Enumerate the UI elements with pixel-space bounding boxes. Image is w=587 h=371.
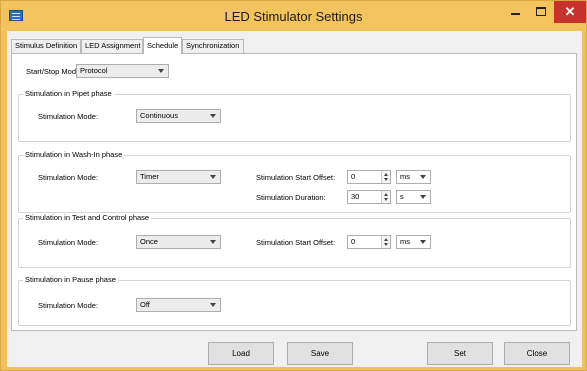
- test-control-phase-group: Stimulation in Test and Control phase St…: [18, 213, 571, 268]
- pipet-phase-title: Stimulation in Pipet phase: [23, 89, 114, 98]
- chevron-down-icon: [158, 69, 164, 73]
- client-area: Stimulus Definition LED Assignment Sched…: [7, 31, 582, 367]
- test-mode-label: Stimulation Mode:: [38, 238, 99, 247]
- start-stop-mode-select[interactable]: Protocol: [76, 64, 169, 78]
- schedule-panel: Start/Stop Mode: Protocol Stimulation in…: [11, 53, 577, 331]
- arrow-down-icon: [384, 243, 388, 246]
- pipet-mode-select[interactable]: Continuous: [136, 109, 221, 123]
- pipet-mode-label: Stimulation Mode:: [38, 112, 99, 121]
- minimize-icon: [511, 13, 520, 15]
- washin-offset-label: Stimulation Start Offset:: [256, 173, 336, 182]
- pipet-phase-group: Stimulation in Pipet phase Stimulation M…: [18, 89, 571, 142]
- test-control-phase-title: Stimulation in Test and Control phase: [23, 213, 152, 222]
- chevron-down-icon: [210, 114, 216, 118]
- arrow-down-icon: [384, 198, 388, 201]
- tab-led-assignment[interactable]: LED Assignment: [81, 39, 143, 53]
- test-offset-label: Stimulation Start Offset:: [256, 238, 336, 247]
- arrow-up-icon: [384, 193, 388, 196]
- close-button[interactable]: Close: [504, 342, 570, 365]
- maximize-icon: [536, 7, 546, 16]
- spin-buttons[interactable]: [381, 191, 390, 203]
- washin-mode-select[interactable]: Timer: [136, 170, 221, 184]
- chevron-down-icon: [210, 175, 216, 179]
- chevron-down-icon: [210, 240, 216, 244]
- washin-duration-label: Stimulation Duration:: [256, 193, 326, 202]
- pause-phase-title: Stimulation in Pause phase: [23, 275, 118, 284]
- arrow-up-icon: [384, 238, 388, 241]
- chevron-down-icon: [420, 240, 426, 244]
- start-stop-mode-value: Protocol: [80, 66, 108, 75]
- save-button[interactable]: Save: [287, 342, 353, 365]
- tab-synchronization[interactable]: Synchronization: [182, 39, 244, 53]
- washin-duration-input[interactable]: 30: [347, 190, 391, 204]
- washin-mode-value: Timer: [140, 172, 159, 181]
- washin-duration-value: 30: [351, 192, 360, 201]
- tab-schedule[interactable]: Schedule: [143, 37, 182, 54]
- washin-offset-unit-select[interactable]: ms: [396, 170, 431, 184]
- test-offset-unit: ms: [400, 237, 410, 246]
- pause-mode-label: Stimulation Mode:: [38, 301, 99, 310]
- title-bar[interactable]: LED Stimulator Settings ✕: [1, 1, 586, 31]
- arrow-down-icon: [384, 178, 388, 181]
- washin-phase-group: Stimulation in Wash-In phase Stimulation…: [18, 150, 571, 213]
- spin-buttons[interactable]: [381, 236, 390, 248]
- washin-mode-label: Stimulation Mode:: [38, 173, 99, 182]
- washin-phase-title: Stimulation in Wash-In phase: [23, 150, 125, 159]
- set-button[interactable]: Set: [427, 342, 493, 365]
- test-offset-input[interactable]: 0: [347, 235, 391, 249]
- test-mode-value: Once: [140, 237, 158, 246]
- tab-stimulus-definition[interactable]: Stimulus Definition: [11, 39, 81, 53]
- window-title: LED Stimulator Settings: [224, 9, 363, 24]
- close-icon: ✕: [564, 4, 576, 19]
- test-offset-value: 0: [351, 237, 356, 246]
- washin-duration-unit: s: [400, 192, 404, 201]
- load-button[interactable]: Load: [208, 342, 274, 365]
- chevron-down-icon: [420, 175, 426, 179]
- settings-window: LED Stimulator Settings ✕ Stimulus Defin…: [0, 0, 587, 371]
- pause-mode-select[interactable]: Off: [136, 298, 221, 312]
- pause-phase-group: Stimulation in Pause phase Stimulation M…: [18, 275, 571, 326]
- start-stop-mode-label: Start/Stop Mode:: [26, 67, 83, 76]
- chevron-down-icon: [210, 303, 216, 307]
- test-mode-select[interactable]: Once: [136, 235, 221, 249]
- pipet-mode-value: Continuous: [140, 111, 178, 120]
- minimize-button[interactable]: [501, 1, 529, 23]
- arrow-up-icon: [384, 173, 388, 176]
- close-window-button[interactable]: ✕: [554, 1, 586, 23]
- washin-offset-value: 0: [351, 172, 356, 181]
- test-offset-unit-select[interactable]: ms: [396, 235, 431, 249]
- washin-offset-unit: ms: [400, 172, 410, 181]
- spin-buttons[interactable]: [381, 171, 390, 183]
- maximize-button[interactable]: [527, 1, 555, 23]
- washin-offset-input[interactable]: 0: [347, 170, 391, 184]
- washin-duration-unit-select[interactable]: s: [396, 190, 431, 204]
- chevron-down-icon: [420, 195, 426, 199]
- pause-mode-value: Off: [140, 300, 150, 309]
